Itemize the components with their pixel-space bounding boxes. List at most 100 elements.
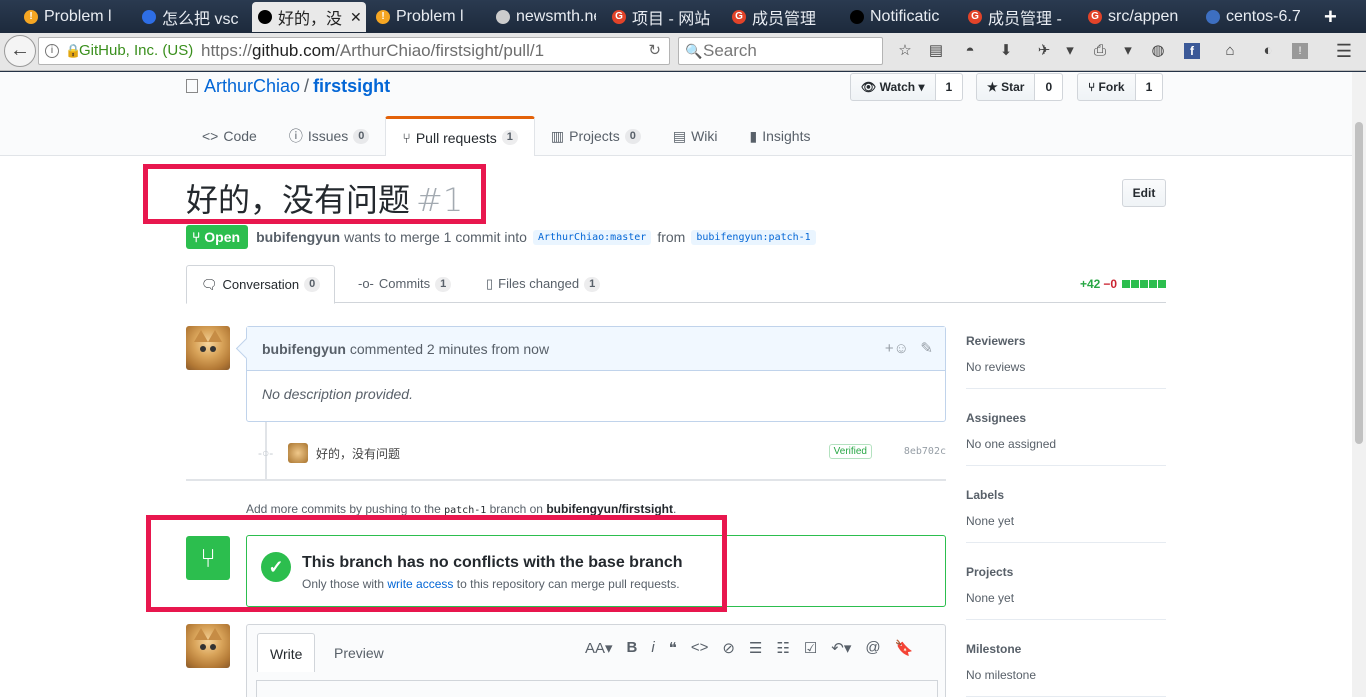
gitlab-g-icon: G xyxy=(968,10,982,24)
comment-timestamp: commented 2 minutes from now xyxy=(349,341,550,357)
star-count[interactable]: 0 xyxy=(1035,73,1064,101)
address-bar[interactable]: i 🔒 GitHub, Inc. (US) https://github.com… xyxy=(38,37,670,65)
browser-tab[interactable]: Gsrc/appen xyxy=(1082,2,1190,32)
browser-tab[interactable]: G 成员管理 - xyxy=(962,2,1072,32)
repo-nav-count: 0 xyxy=(624,128,641,144)
browser-tab[interactable]: G 项目 - 网站 xyxy=(606,2,716,32)
add-more-commits: Add more commits by pushing to the patch… xyxy=(246,502,677,516)
sidebar-section-value: No milestone xyxy=(966,668,1037,682)
write-tab[interactable]: Write xyxy=(257,633,316,672)
back-button[interactable]: ← xyxy=(4,35,36,67)
browser-tab[interactable]: newsmth.net xyxy=(490,2,596,32)
comment-textarea[interactable] xyxy=(256,680,938,697)
bullet-list-icon[interactable]: ☰ xyxy=(749,639,762,657)
browser-tab[interactable]: centos-6.7 xyxy=(1200,2,1312,32)
browser-tab-label: newsmth.net xyxy=(516,8,596,25)
scrollbar-thumb[interactable] xyxy=(1355,122,1363,444)
chevron-down-icon[interactable]: ▾ xyxy=(1060,41,1080,61)
reply-icon[interactable]: ↶▾ xyxy=(831,639,851,657)
search-input[interactable]: 🔍 Search xyxy=(678,37,883,65)
print-icon[interactable]: ⎙ xyxy=(1090,41,1110,61)
pr-author-link[interactable]: bubifengyun xyxy=(256,229,340,245)
addon-icon[interactable]: ! xyxy=(1292,43,1308,59)
link-icon[interactable]: ⊘ xyxy=(722,639,735,657)
reading-list-icon[interactable]: ▤ xyxy=(926,41,946,61)
text-size-icon[interactable]: AA▾ xyxy=(585,639,613,657)
tab-files-changed[interactable]: ▯ Files changed 1 xyxy=(472,265,614,303)
repo-nav-projects[interactable]: ▥ Projects 0 xyxy=(535,116,657,156)
sidebar-section-title[interactable]: Assignees xyxy=(966,411,1166,425)
highlight-box-title xyxy=(143,164,486,224)
sidebar-section-title[interactable]: Milestone xyxy=(966,642,1166,656)
head-branch[interactable]: bubifengyun:patch-1 xyxy=(691,229,816,245)
commit-sha[interactable]: 8eb702c xyxy=(904,446,946,457)
fork-count[interactable]: 1 xyxy=(1135,73,1164,101)
watch-count[interactable]: 1 xyxy=(935,73,964,101)
download-icon[interactable]: ⬇ xyxy=(996,41,1016,61)
pocket-icon[interactable]: ◓ xyxy=(960,41,980,61)
scrollbar[interactable] xyxy=(1352,72,1366,697)
reload-icon[interactable]: ↻ xyxy=(648,38,661,64)
url-text[interactable]: https://github.com/ArthurChiao/firstsigh… xyxy=(201,38,544,64)
pencil-icon[interactable]: ✎ xyxy=(920,327,933,371)
browser-tab[interactable]: Notificatic xyxy=(844,2,952,32)
info-icon[interactable]: i xyxy=(45,44,59,58)
verified-badge[interactable]: Verified xyxy=(828,444,872,459)
diff-stat[interactable]: +42 −0 xyxy=(1080,277,1166,291)
close-icon[interactable]: ✕ xyxy=(350,9,362,26)
star-button[interactable]: ★ Star xyxy=(976,73,1036,101)
bookmark-star-icon[interactable]: ☆ xyxy=(895,41,915,61)
fork-button[interactable]: ⑂ Fork xyxy=(1077,73,1136,101)
task-list-icon[interactable]: ☑ xyxy=(804,639,817,657)
tab-commits[interactable]: -o- Commits 1 xyxy=(344,265,465,303)
add-reaction-icon[interactable]: +☺ xyxy=(885,327,909,371)
bold-icon[interactable]: B xyxy=(627,639,638,657)
code-icon[interactable]: <> xyxy=(691,639,709,657)
repo-link[interactable]: bubifengyun/firstsight xyxy=(546,502,673,516)
repo-nav-insights[interactable]: ▮ Insights xyxy=(734,116,827,156)
repo-name-link[interactable]: firstsight xyxy=(313,76,390,96)
avatar[interactable] xyxy=(186,624,230,668)
italic-icon[interactable]: i xyxy=(651,639,654,657)
globe-icon[interactable]: ◍ xyxy=(1148,41,1168,61)
browser-tab[interactable]: G 成员管理 xyxy=(726,2,834,32)
comment-header: bubifengyun commented 2 minutes from now… xyxy=(247,327,945,371)
home-icon[interactable]: ⌂ xyxy=(1220,41,1240,61)
avatar[interactable] xyxy=(288,443,308,463)
browser-tab[interactable]: 怎么把 vsc xyxy=(136,2,244,32)
watch-button[interactable]: 👁 Watch ▾ xyxy=(850,73,936,101)
sync-icon[interactable]: ◐ xyxy=(1258,41,1278,61)
sidebar-section-title[interactable]: Reviewers xyxy=(966,334,1166,348)
base-branch[interactable]: ArthurChiao:master xyxy=(532,229,652,245)
sidebar-section-title[interactable]: Labels xyxy=(966,488,1166,502)
comment-author[interactable]: bubifengyun xyxy=(262,341,346,357)
chevron-down-icon[interactable]: ▾ xyxy=(1118,41,1138,61)
repo-nav-issues[interactable]: ⓘ Issues 0 xyxy=(273,116,386,156)
site-identity[interactable]: GitHub, Inc. (US) xyxy=(79,38,193,64)
new-tab-button[interactable]: + xyxy=(1324,4,1337,30)
browser-tab[interactable]: 好的，没 ✕ xyxy=(252,2,366,32)
preview-tab[interactable]: Preview xyxy=(322,633,396,671)
numbered-list-icon[interactable]: ☷ xyxy=(776,639,789,657)
diff-blocks xyxy=(1121,277,1166,291)
browser-tab[interactable]: ! Problem l xyxy=(18,2,118,32)
repo-nav-pull-requests[interactable]: ⑂ Pull requests 1 xyxy=(385,116,535,156)
tab-count: 1 xyxy=(584,276,601,292)
bookmark-icon[interactable]: 🔖 xyxy=(895,639,914,657)
repo-nav-code[interactable]: <> Code xyxy=(186,116,273,156)
navigation-bar: ← i 🔒 GitHub, Inc. (US) https://github.c… xyxy=(0,33,1366,71)
commit-message[interactable]: 好的，没有问题 xyxy=(316,445,400,462)
facebook-icon[interactable]: f xyxy=(1184,43,1200,59)
browser-tab[interactable]: ! Problem l xyxy=(370,2,478,32)
quote-icon[interactable]: ❝ xyxy=(669,639,677,657)
mention-icon[interactable]: @ xyxy=(865,639,880,657)
repo-owner-link[interactable]: ArthurChiao xyxy=(204,76,300,96)
sidebar-section-title[interactable]: Projects xyxy=(966,565,1166,579)
avatar[interactable] xyxy=(186,326,230,370)
extension-icon[interactable]: ✈ xyxy=(1034,41,1054,61)
menu-icon[interactable]: ☰ xyxy=(1334,41,1354,61)
repo-nav-wiki[interactable]: ▤ Wiki xyxy=(657,116,734,156)
tab-conversation[interactable]: 🗨 Conversation 0 xyxy=(186,265,336,304)
browser-tab-label: Notificatic xyxy=(870,8,940,25)
edit-button[interactable]: Edit xyxy=(1122,179,1166,207)
